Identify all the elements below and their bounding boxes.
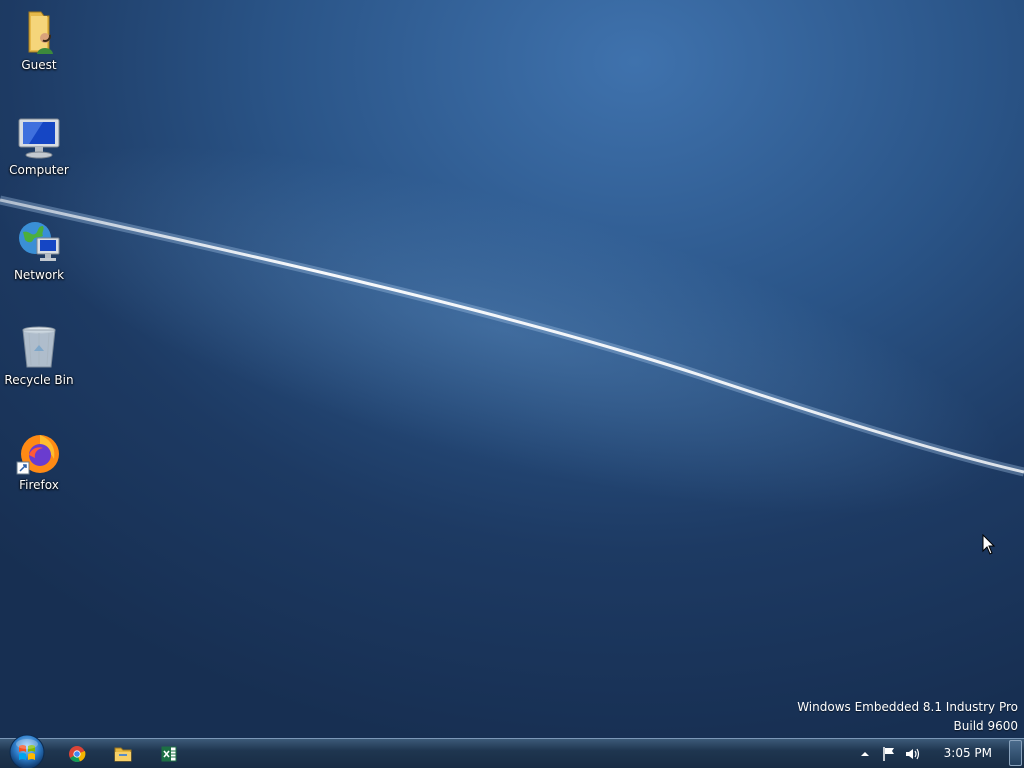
windows-version-watermark: Windows Embedded 8.1 Industry Pro Build … bbox=[797, 698, 1018, 736]
wallpaper-streak bbox=[0, 145, 1024, 515]
watermark-build: Build 9600 bbox=[953, 719, 1018, 733]
desktop-icon-label: Recycle Bin bbox=[4, 373, 74, 387]
taskbar-app-chrome[interactable] bbox=[59, 741, 95, 767]
chrome-icon bbox=[69, 746, 86, 762]
system-tray: 3:05 PM bbox=[854, 739, 1024, 768]
desktop-icon-network[interactable]: Network bbox=[4, 214, 74, 298]
volume-button[interactable] bbox=[903, 745, 921, 763]
taskbar-clock[interactable]: 3:05 PM bbox=[944, 746, 992, 760]
action-center-button[interactable] bbox=[880, 745, 898, 763]
desktop-icon-label: Guest bbox=[21, 58, 57, 72]
desktop-icon-computer[interactable]: Computer bbox=[4, 109, 74, 193]
computer-icon bbox=[15, 113, 63, 161]
taskbar: 3:05 PM bbox=[0, 734, 1024, 768]
windows-start-icon bbox=[9, 734, 45, 768]
desktop-icon-recycle-bin[interactable]: Recycle Bin bbox=[4, 319, 74, 403]
show-hidden-icons-button[interactable] bbox=[856, 745, 874, 763]
speaker-icon bbox=[906, 748, 920, 760]
desktop-icon-guest[interactable]: Guest bbox=[4, 4, 74, 88]
desktop-icon-label: Network bbox=[13, 268, 65, 282]
chevron-up-icon bbox=[861, 752, 869, 756]
recycle-bin-icon bbox=[15, 323, 63, 371]
watermark-edition: Windows Embedded 8.1 Industry Pro bbox=[797, 700, 1018, 714]
user-folder-icon bbox=[15, 8, 63, 56]
mouse-pointer-icon bbox=[982, 534, 996, 555]
show-desktop-button[interactable] bbox=[1009, 740, 1022, 766]
desktop-icon-label: Firefox bbox=[19, 478, 59, 492]
start-button[interactable] bbox=[8, 733, 46, 768]
desktop-icon-label: Computer bbox=[9, 163, 69, 177]
flag-icon bbox=[883, 747, 894, 761]
taskbar-app-file-explorer[interactable] bbox=[105, 741, 141, 767]
taskbar-app-excel[interactable] bbox=[151, 741, 187, 767]
file-explorer-icon bbox=[114, 747, 132, 762]
network-icon bbox=[15, 218, 63, 266]
firefox-icon bbox=[15, 428, 63, 476]
excel-icon bbox=[161, 746, 177, 762]
desktop[interactable]: Guest Computer Network Recycle Bin Firef… bbox=[0, 0, 1024, 768]
desktop-icon-firefox[interactable]: Firefox bbox=[4, 424, 74, 508]
